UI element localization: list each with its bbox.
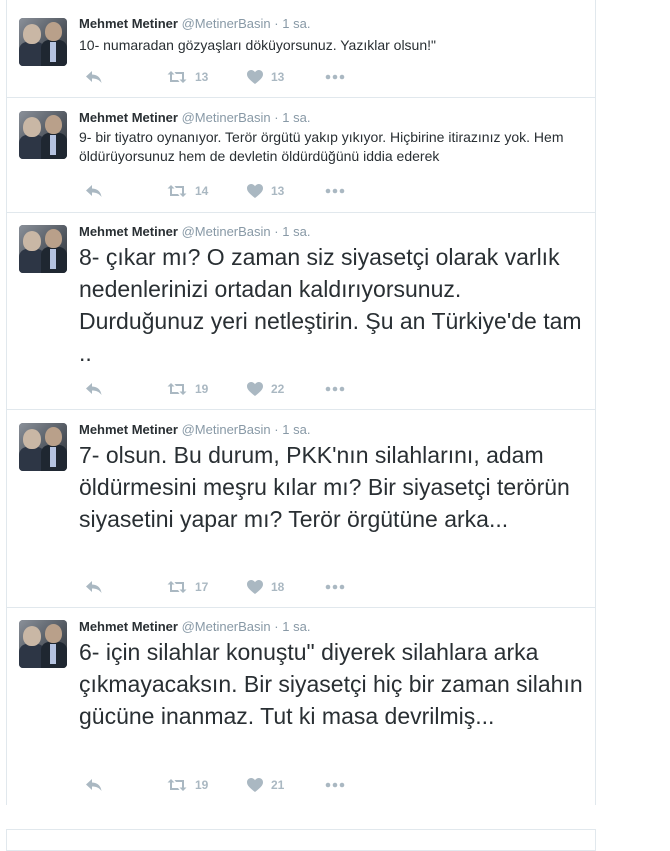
reply-icon xyxy=(86,71,102,83)
more-icon xyxy=(325,188,345,194)
avatar[interactable] xyxy=(19,18,67,66)
retweet-icon xyxy=(167,71,187,83)
timestamp[interactable]: 1 sa. xyxy=(282,619,310,634)
retweet-button[interactable]: 13 xyxy=(167,67,208,87)
reply-button[interactable] xyxy=(85,181,103,201)
avatar[interactable] xyxy=(19,423,67,471)
tweet-header: Mehmet Metiner @MetinerBasin · 1 sa. xyxy=(79,422,310,438)
retweet-count: 13 xyxy=(195,70,209,84)
author-username[interactable]: @MetinerBasin xyxy=(182,16,271,31)
timestamp[interactable]: 1 sa. xyxy=(282,224,310,239)
tweet-card[interactable]: Mehmet Metiner @MetinerBasin · 1 sa. 10-… xyxy=(7,0,595,98)
reply-icon xyxy=(86,581,102,593)
tweet-text: 8- çıkar mı? O zaman siz siyasetçi olara… xyxy=(79,244,582,366)
like-count: 13 xyxy=(271,70,285,84)
author-username[interactable]: @MetinerBasin xyxy=(182,619,271,634)
tweet-actions: 19 22 xyxy=(79,379,379,399)
separator: · xyxy=(274,619,279,634)
heart-icon xyxy=(247,70,263,84)
timestamp[interactable]: 1 sa. xyxy=(282,110,310,125)
tweet-header: Mehmet Metiner @MetinerBasin · 1 sa. xyxy=(79,16,310,32)
avatar[interactable] xyxy=(19,111,67,159)
retweet-button[interactable]: 19 xyxy=(167,775,208,795)
heart-icon xyxy=(247,580,263,594)
tweet-actions: 19 21 xyxy=(79,775,379,795)
retweet-button[interactable]: 19 xyxy=(167,379,208,399)
author-name[interactable]: Mehmet Metiner xyxy=(79,422,178,437)
retweet-count: 14 xyxy=(195,184,209,198)
author-username[interactable]: @MetinerBasin xyxy=(182,422,271,437)
like-button[interactable]: 13 xyxy=(247,181,284,201)
separator: · xyxy=(274,110,279,125)
reply-button[interactable] xyxy=(85,379,103,399)
tweet-text: 9- bir tiyatro oynanıyor. Terör örgütü y… xyxy=(79,129,564,164)
separator: · xyxy=(274,422,279,437)
more-button[interactable] xyxy=(325,67,345,87)
avatar[interactable] xyxy=(19,620,67,668)
tweet-text: 6- için silahlar konuştu" diyerek silahl… xyxy=(79,639,583,729)
avatar[interactable] xyxy=(19,225,67,273)
reply-button[interactable] xyxy=(85,775,103,795)
reply-icon xyxy=(86,383,102,395)
like-count: 18 xyxy=(271,580,285,594)
heart-icon xyxy=(247,184,263,198)
author-username[interactable]: @MetinerBasin xyxy=(182,224,271,239)
like-count: 13 xyxy=(271,184,285,198)
more-icon xyxy=(325,782,345,788)
timestamp[interactable]: 1 sa. xyxy=(282,16,310,31)
next-tweet-card-edge xyxy=(6,829,596,851)
heart-icon xyxy=(247,382,263,396)
retweet-button[interactable]: 14 xyxy=(167,181,208,201)
retweet-count: 19 xyxy=(195,382,209,396)
tweet-timeline: Mehmet Metiner @MetinerBasin · 1 sa. 10-… xyxy=(6,0,596,805)
tweet-header: Mehmet Metiner @MetinerBasin · 1 sa. xyxy=(79,619,310,635)
tweet-actions: 17 18 xyxy=(79,577,379,597)
like-count: 21 xyxy=(271,778,285,792)
separator: · xyxy=(274,224,279,239)
tweet-actions: 14 13 xyxy=(79,181,379,201)
more-button[interactable] xyxy=(325,379,345,399)
reply-button[interactable] xyxy=(85,67,103,87)
retweet-button[interactable]: 17 xyxy=(167,577,208,597)
author-name[interactable]: Mehmet Metiner xyxy=(79,619,178,634)
tweet-card[interactable]: Mehmet Metiner @MetinerBasin · 1 sa. 6- … xyxy=(7,608,595,805)
tweet-card[interactable]: Mehmet Metiner @MetinerBasin · 1 sa. 8- … xyxy=(7,213,595,410)
more-button[interactable] xyxy=(325,577,345,597)
like-button[interactable]: 22 xyxy=(247,379,284,399)
author-name[interactable]: Mehmet Metiner xyxy=(79,16,178,31)
tweet-actions: 13 13 xyxy=(79,67,379,87)
timestamp[interactable]: 1 sa. xyxy=(282,422,310,437)
retweet-icon xyxy=(167,185,187,197)
retweet-count: 17 xyxy=(195,580,209,594)
tweet-header: Mehmet Metiner @MetinerBasin · 1 sa. xyxy=(79,224,310,240)
tweet-text: 7- olsun. Bu durum, PKK'nın silahlarını,… xyxy=(79,442,570,532)
tweet-card[interactable]: Mehmet Metiner @MetinerBasin · 1 sa. 9- … xyxy=(7,98,595,213)
tweet-card[interactable]: Mehmet Metiner @MetinerBasin · 1 sa. 7- … xyxy=(7,410,595,608)
retweet-icon xyxy=(167,581,187,593)
more-icon xyxy=(325,74,345,80)
like-count: 22 xyxy=(271,382,285,396)
author-name[interactable]: Mehmet Metiner xyxy=(79,224,178,239)
tweet-header: Mehmet Metiner @MetinerBasin · 1 sa. xyxy=(79,110,310,126)
tweet-text: 10- numaradan gözyaşları döküyorsunuz. Y… xyxy=(79,37,436,53)
separator: · xyxy=(274,16,279,31)
like-button[interactable]: 18 xyxy=(247,577,284,597)
author-name[interactable]: Mehmet Metiner xyxy=(79,110,178,125)
reply-button[interactable] xyxy=(85,577,103,597)
retweet-icon xyxy=(167,779,187,791)
reply-icon xyxy=(86,185,102,197)
more-icon xyxy=(325,386,345,392)
like-button[interactable]: 21 xyxy=(247,775,284,795)
more-icon xyxy=(325,584,345,590)
more-button[interactable] xyxy=(325,181,345,201)
more-button[interactable] xyxy=(325,775,345,795)
retweet-count: 19 xyxy=(195,778,209,792)
retweet-icon xyxy=(167,383,187,395)
like-button[interactable]: 13 xyxy=(247,67,284,87)
heart-icon xyxy=(247,778,263,792)
author-username[interactable]: @MetinerBasin xyxy=(182,110,271,125)
reply-icon xyxy=(86,779,102,791)
